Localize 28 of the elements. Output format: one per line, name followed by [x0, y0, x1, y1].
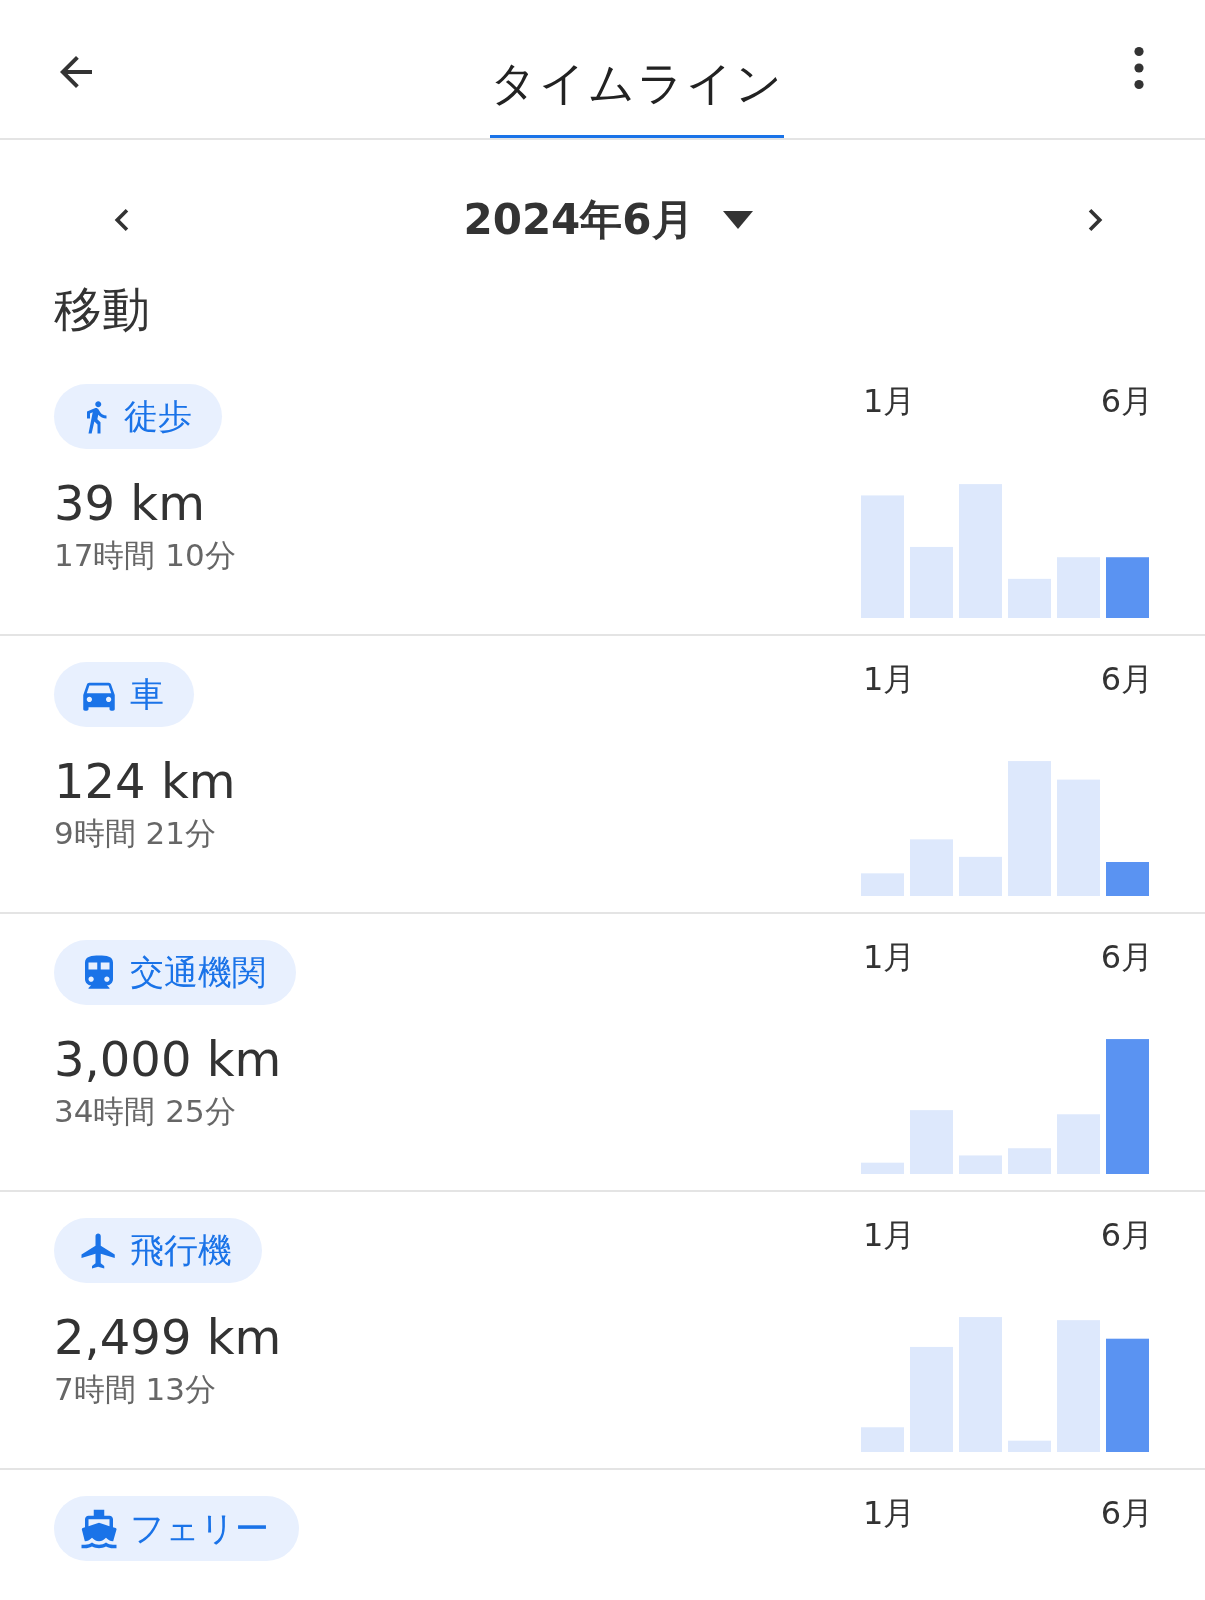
duration-text: 9時間 21分 — [54, 814, 218, 853]
title-tab[interactable]: タイムライン — [489, 53, 784, 138]
start-month-label: 1月 — [863, 381, 916, 422]
activity-chip[interactable]: 交通機関 — [54, 940, 296, 1005]
activity-chip[interactable]: 車 — [54, 662, 194, 727]
section-title: 移動 — [53, 280, 151, 339]
activity-chip[interactable]: フェリー — [54, 1496, 299, 1561]
end-month-label: 6月 — [1100, 1215, 1153, 1256]
start-month-label: 1月 — [863, 937, 916, 978]
end-month-label: 6月 — [1100, 659, 1153, 700]
distance-text: 39 km — [54, 475, 206, 531]
activity-chip[interactable]: 飛行機 — [54, 1218, 262, 1283]
start-month-label: 1月 — [863, 1215, 916, 1256]
distance-text: 124 km — [54, 753, 236, 809]
distance-text: 2,499 km — [54, 1309, 282, 1365]
end-month-label: 6月 — [1100, 381, 1153, 422]
month-dropdown[interactable]: 2024年6月 — [463, 192, 754, 248]
end-month-label: 6月 — [1100, 937, 1153, 978]
more-options-icon[interactable] — [1133, 46, 1145, 90]
duration-text: 17時間 10分 — [54, 536, 236, 575]
activity-chip[interactable]: 徒歩 — [54, 384, 222, 449]
end-month-label: 6月 — [1100, 1493, 1153, 1534]
start-month-label: 1月 — [863, 1493, 916, 1534]
distance-text: 3,000 km — [54, 1031, 283, 1087]
dropdown-caret-icon — [721, 211, 754, 229]
start-month-label: 1月 — [863, 659, 916, 700]
duration-text: 34時間 25分 — [54, 1092, 237, 1131]
duration-text: 7時間 13分 — [54, 1370, 218, 1409]
